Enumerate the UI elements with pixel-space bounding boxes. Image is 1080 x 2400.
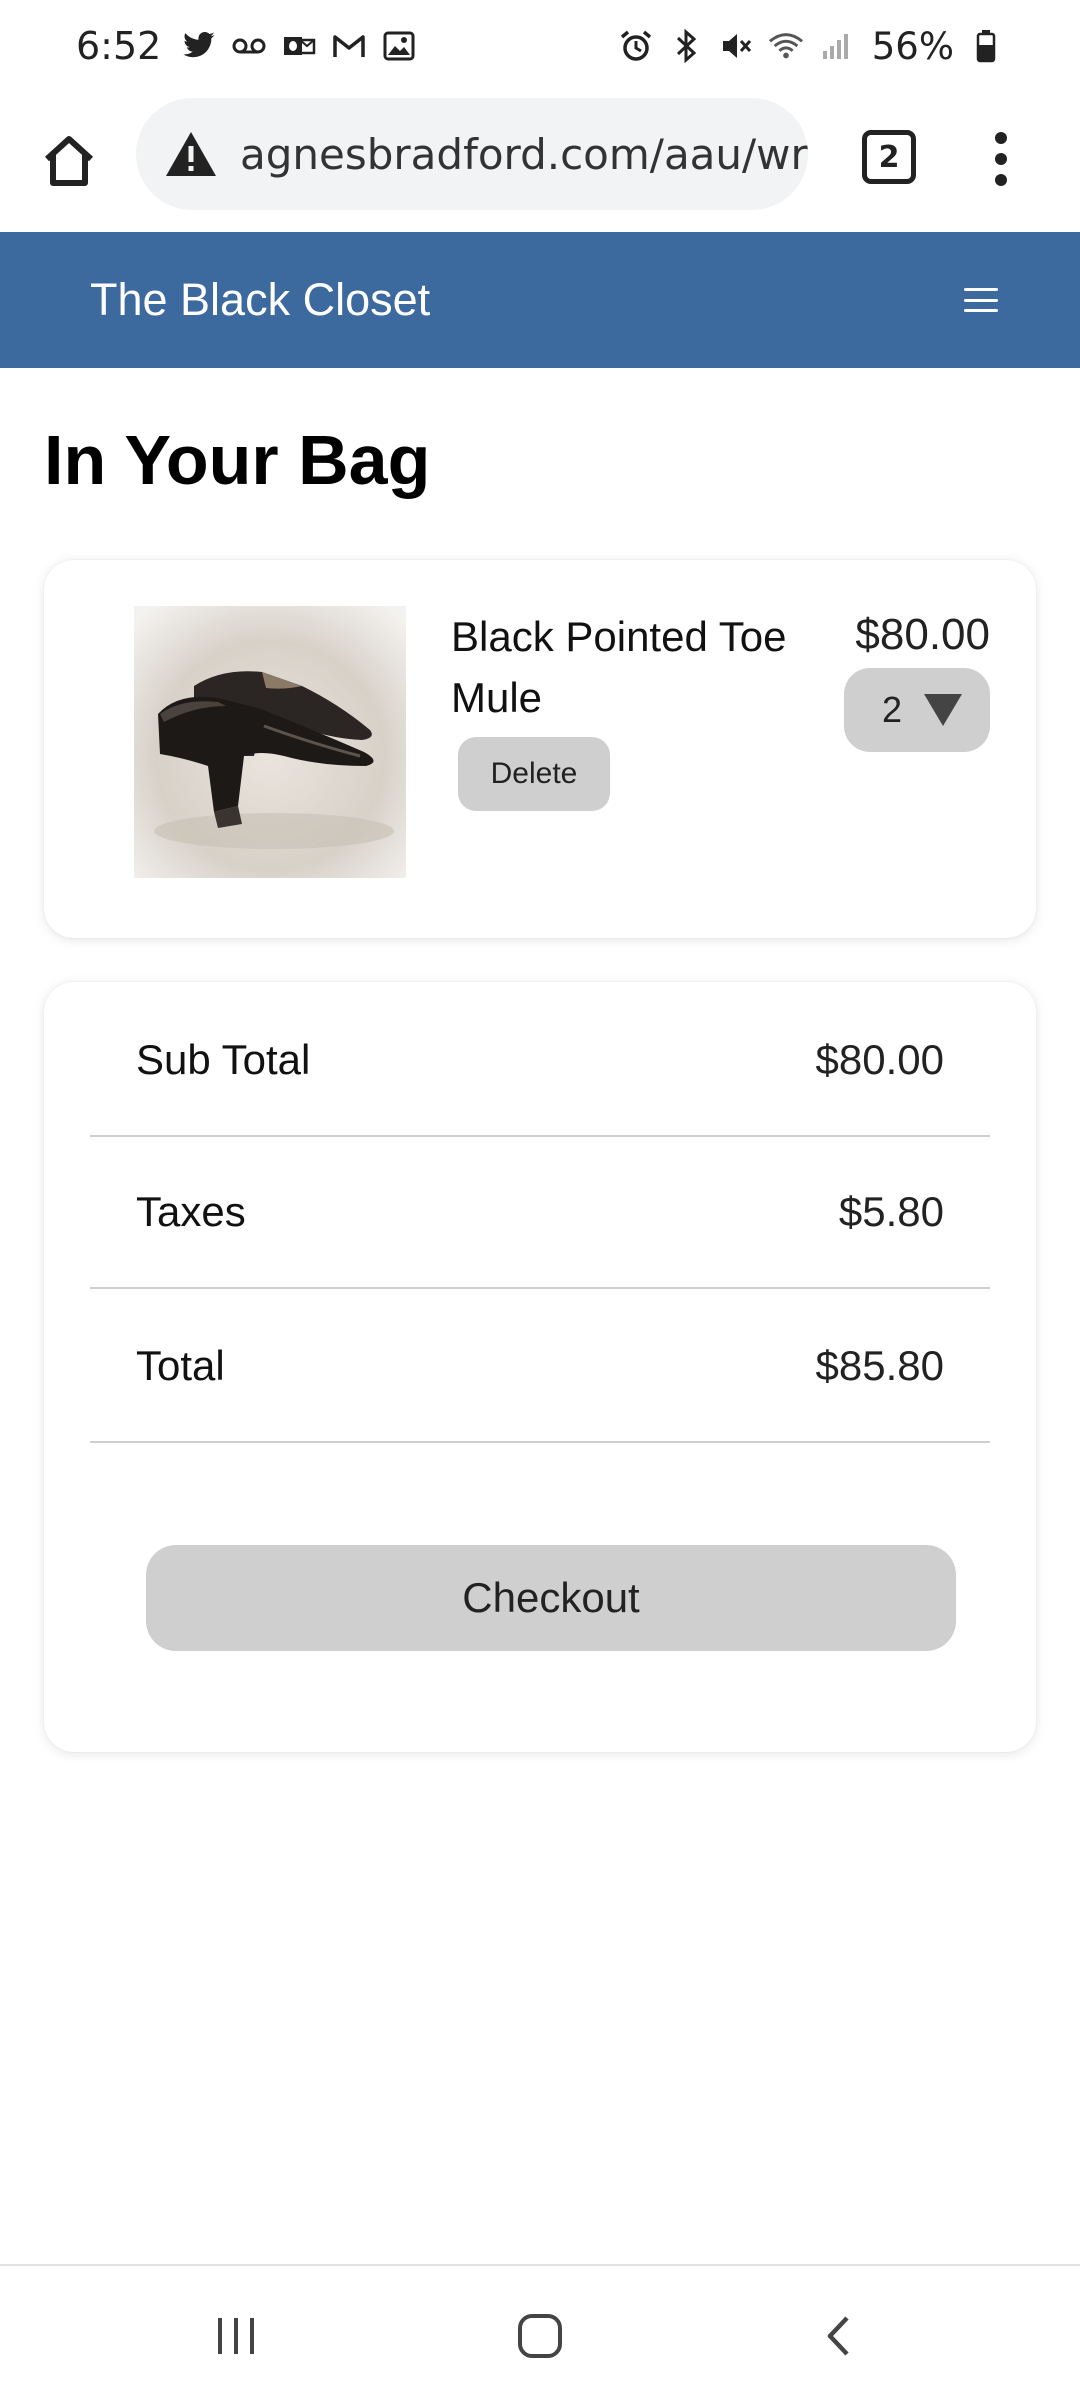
- browser-menu-button[interactable]: [974, 114, 1028, 204]
- total-value: $85.80: [815, 1342, 944, 1389]
- status-left: 6:52: [76, 24, 417, 68]
- gmail-icon: [331, 28, 367, 64]
- url-text[interactable]: agnesbradford.com/aau/wr: [240, 130, 808, 179]
- home-square-icon: [518, 2314, 562, 2358]
- taxes-label: Taxes: [136, 1188, 246, 1235]
- total-row: Total $85.80: [90, 1291, 990, 1443]
- menu-dot: [995, 174, 1007, 186]
- taxes-row: Taxes $5.80: [90, 1137, 990, 1289]
- recent-apps-icon: [218, 2318, 254, 2354]
- warning-icon[interactable]: [164, 129, 218, 179]
- system-back-button[interactable]: [800, 2296, 880, 2376]
- wifi-icon: [768, 28, 804, 64]
- url-bar[interactable]: agnesbradford.com/aau/wr: [136, 98, 808, 210]
- status-right: 56%: [618, 25, 1004, 68]
- menu-dot: [995, 132, 1007, 144]
- home-icon: [44, 136, 94, 186]
- cart-item-card: Black Pointed Toe Mule Delete $80.00 2: [44, 560, 1036, 938]
- twitter-icon: [181, 28, 217, 64]
- battery-level: 56%: [871, 24, 954, 68]
- bluetooth-icon: [668, 28, 704, 64]
- clock: 6:52: [76, 24, 162, 68]
- hamburger-line: [964, 298, 998, 302]
- system-home-button[interactable]: [500, 2296, 580, 2376]
- battery-icon: [968, 28, 1004, 64]
- voicemail-icon: [231, 28, 267, 64]
- menu-dot: [995, 153, 1007, 165]
- delete-item-button[interactable]: Delete: [458, 737, 610, 811]
- brand-title[interactable]: The Black Closet: [90, 274, 430, 326]
- back-icon: [827, 2316, 849, 2356]
- product-image: [134, 606, 406, 878]
- total-label: Total: [136, 1342, 225, 1389]
- item-price: $80.00: [855, 610, 990, 659]
- subtotal-value: $80.00: [815, 1036, 944, 1083]
- quantity-select[interactable]: 2: [844, 668, 990, 752]
- recent-apps-button[interactable]: [196, 2296, 276, 2376]
- quantity-value: 2: [882, 689, 903, 730]
- browser-toolbar: agnesbradford.com/aau/wr 2: [0, 92, 1080, 232]
- tab-switcher-button[interactable]: 2: [862, 130, 916, 184]
- subtotal-row: Sub Total $80.00: [90, 985, 990, 1137]
- gallery-icon: [381, 28, 417, 64]
- page-title: In Your Bag: [44, 421, 431, 499]
- tab-count: 2: [878, 139, 900, 175]
- hamburger-menu-icon[interactable]: [964, 285, 998, 315]
- status-bar: 6:52 56%: [0, 0, 1080, 92]
- outlook-icon: [281, 28, 317, 64]
- site-header: The Black Closet: [0, 232, 1080, 368]
- checkout-button[interactable]: Checkout: [146, 1545, 956, 1651]
- page: 6:52 56% agnesbradford.com/aau/wr 2 The …: [0, 0, 1080, 2400]
- system-nav-bar: [0, 2264, 1080, 2400]
- browser-home-button[interactable]: [34, 126, 104, 196]
- alarm-icon: [618, 28, 654, 64]
- shoe-image: [134, 606, 406, 878]
- subtotal-label: Sub Total: [136, 1036, 311, 1083]
- hamburger-line: [964, 309, 998, 312]
- mute-icon: [718, 28, 754, 64]
- product-name[interactable]: Black Pointed Toe Mule: [451, 606, 831, 728]
- order-summary-card: Sub Total $80.00 Taxes $5.80 Total $85.8…: [44, 982, 1036, 1752]
- taxes-value: $5.80: [838, 1188, 944, 1235]
- signal-icon: [818, 28, 854, 64]
- dropdown-arrow-icon: [924, 694, 963, 726]
- hamburger-line: [964, 288, 998, 291]
